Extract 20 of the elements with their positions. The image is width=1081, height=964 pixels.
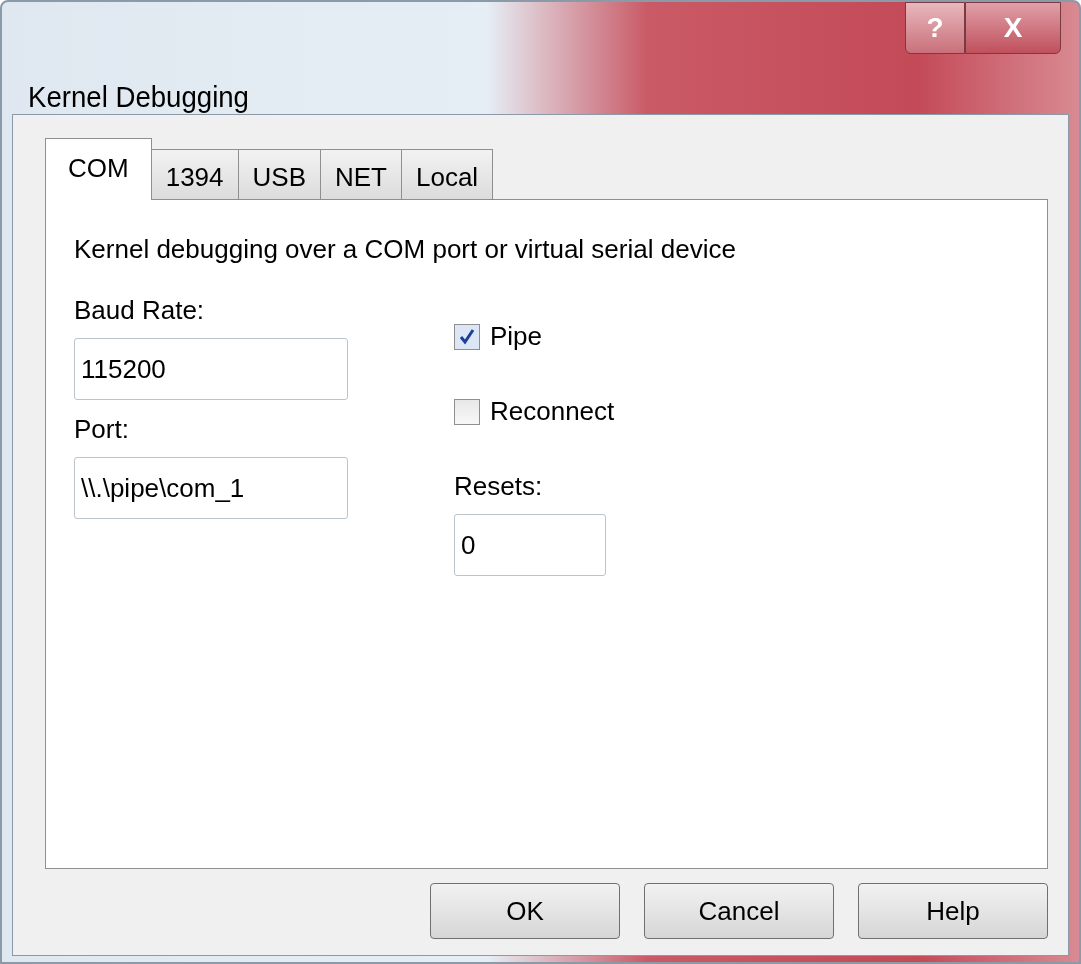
description-text: Kernel debugging over a COM port or virtual serial device xyxy=(74,234,737,265)
tab[interactable]: COM xyxy=(45,138,152,200)
tab[interactable]: NET xyxy=(320,149,402,199)
checkbox-label: Reconnect xyxy=(490,396,615,427)
tab[interactable]: Local xyxy=(401,149,494,199)
port-label: Port: xyxy=(74,414,129,445)
checkbox[interactable] xyxy=(454,398,480,425)
help-button[interactable]: Help xyxy=(858,883,1048,939)
checkbox[interactable] xyxy=(454,323,480,350)
baud-rate-field[interactable]: 115200 xyxy=(74,338,348,400)
tab[interactable]: USB xyxy=(237,149,321,199)
tab[interactable]: 1394 xyxy=(150,149,239,199)
cancel-button[interactable]: Cancel xyxy=(644,883,834,939)
baud-rate-label: Baud Rate: xyxy=(74,295,205,326)
ok-button[interactable]: OK xyxy=(430,883,620,939)
checkbox-label: Pipe xyxy=(490,321,543,352)
port-field[interactable]: \\.\pipe\com_1 xyxy=(74,457,348,519)
resets-field[interactable]: 0 xyxy=(454,514,606,576)
resets-label: Resets: xyxy=(454,471,543,502)
window-title: Kernel Debugging xyxy=(28,80,249,114)
